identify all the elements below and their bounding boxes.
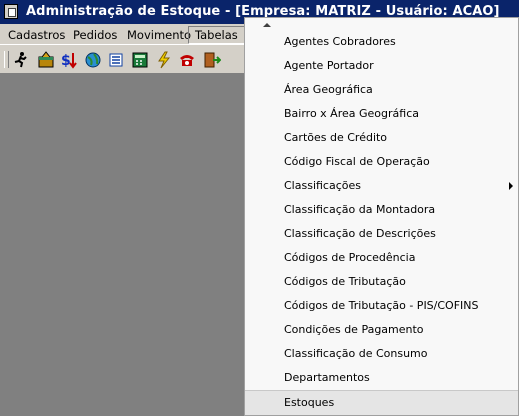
menu-item-classificacao-descricoes[interactable]: Classificação de Descrições: [245, 222, 518, 246]
lightning-icon[interactable]: [155, 51, 173, 69]
menu-item-label: Bairro x Área Geográfica: [284, 107, 419, 120]
menu-item-bairro-area-geografica[interactable]: Bairro x Área Geográfica: [245, 102, 518, 126]
menu-item-label: Cartões de Crédito: [284, 131, 388, 144]
app-icon[interactable]: [4, 4, 18, 19]
menu-item-label: Departamentos: [284, 371, 370, 384]
list-icon[interactable]: [107, 51, 125, 69]
runner-icon[interactable]: [12, 51, 30, 69]
menu-item-label: Classificação de Descrições: [284, 227, 436, 240]
menu-item-label: Classificação da Montadora: [284, 203, 436, 216]
menu-item-label: Agente Portador: [284, 59, 374, 72]
menu-item-codigo-fiscal-operacao[interactable]: Código Fiscal de Operação: [245, 150, 518, 174]
menu-item-estoques[interactable]: Estoques: [245, 390, 518, 415]
dollar-transfer-icon[interactable]: $: [61, 51, 79, 69]
globe-icon[interactable]: [84, 51, 102, 69]
package-icon[interactable]: [37, 51, 55, 69]
menu-item-label: Classificações: [284, 179, 361, 192]
menu-item-classificacoes[interactable]: Classificações: [245, 174, 518, 198]
menu-item-label: Códigos de Procedência: [284, 251, 416, 264]
menu-item-agentes-cobradores[interactable]: Agentes Cobradores: [245, 30, 518, 54]
menu-item-codigos-procedencia[interactable]: Códigos de Procedência: [245, 246, 518, 270]
menu-item-label: Condições de Pagamento: [284, 323, 424, 336]
calculator-icon[interactable]: [131, 51, 149, 69]
toolbar-grip[interactable]: [4, 51, 9, 68]
submenu-arrow-icon: [509, 182, 513, 190]
menu-item-condicoes-pagamento[interactable]: Condições de Pagamento: [245, 318, 518, 342]
menu-item-area-geografica[interactable]: Área Geográfica: [245, 78, 518, 102]
telephone-icon[interactable]: [178, 51, 196, 69]
menu-item-label: Estoques: [284, 396, 335, 409]
menu-item-label: Códigos de Tributação - PIS/COFINS: [284, 299, 479, 312]
menu-item-classificacao-consumo[interactable]: Classificação de Consumo: [245, 342, 518, 366]
menu-tabelas[interactable]: Tabelas: [188, 26, 245, 44]
menu-cadastros[interactable]: Cadastros: [8, 27, 65, 43]
menu-item-agente-portador[interactable]: Agente Portador: [245, 54, 518, 78]
menu-movimento[interactable]: Movimento: [127, 27, 191, 43]
menu-item-label: Área Geográfica: [284, 83, 373, 96]
menu-item-label: Agentes Cobradores: [284, 35, 396, 48]
menu-item-label: Códigos de Tributação: [284, 275, 406, 288]
tabelas-dropdown-menu: Agentes Cobradores Agente Portador Área …: [244, 17, 519, 416]
menu-item-codigos-tributacao-pis-cofins[interactable]: Códigos de Tributação - PIS/COFINS: [245, 294, 518, 318]
exit-door-icon[interactable]: [203, 51, 221, 69]
menu-item-label: Classificação de Consumo: [284, 347, 428, 360]
menu-item-label: Código Fiscal de Operação: [284, 155, 430, 168]
menu-item-cartoes-credito[interactable]: Cartões de Crédito: [245, 126, 518, 150]
scroll-up-arrow-icon[interactable]: [263, 23, 271, 27]
menu-item-departamentos[interactable]: Departamentos: [245, 366, 518, 390]
svg-text:$: $: [61, 53, 71, 69]
menu-item-classificacao-montadora[interactable]: Classificação da Montadora: [245, 198, 518, 222]
menu-item-codigos-tributacao[interactable]: Códigos de Tributação: [245, 270, 518, 294]
menu-pedidos[interactable]: Pedidos: [73, 27, 117, 43]
